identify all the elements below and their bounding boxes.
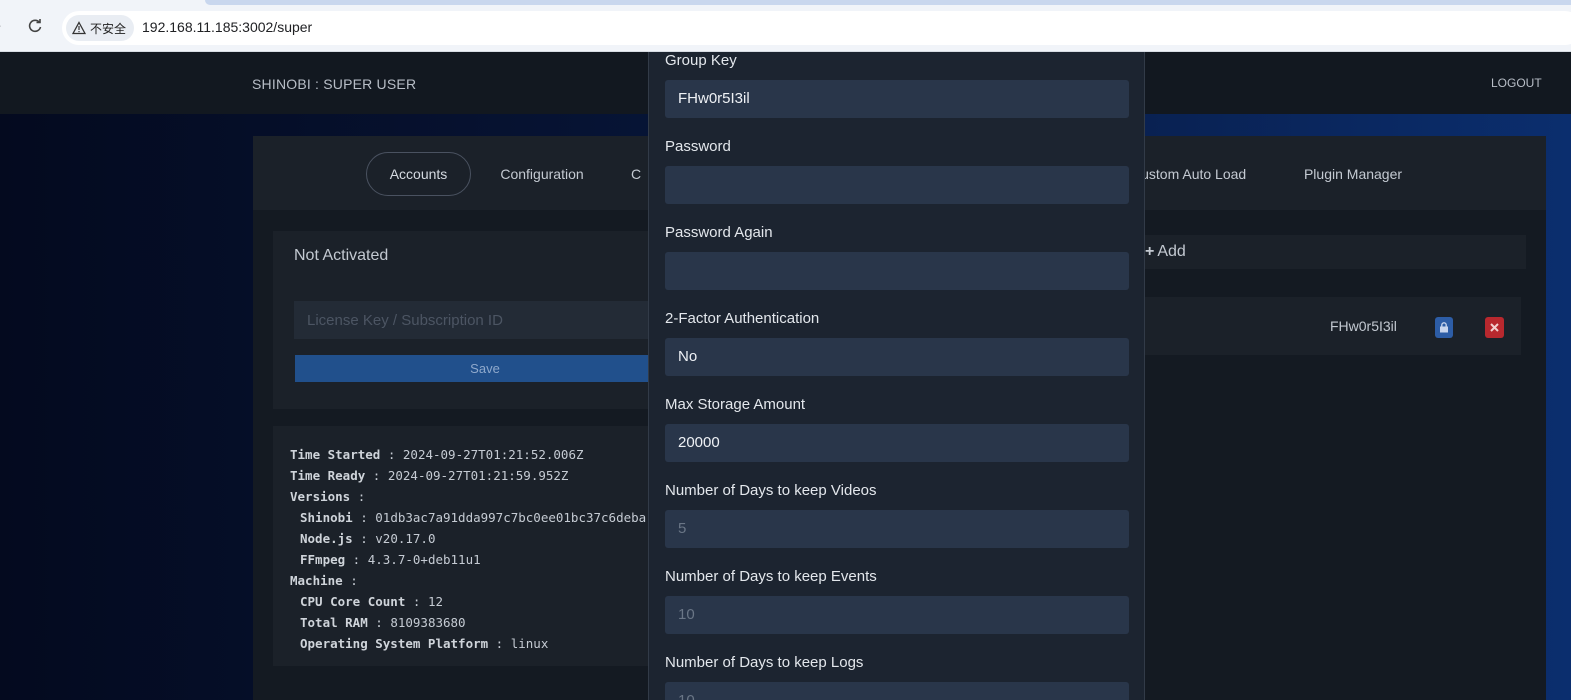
password-again-field: Password Again [665, 224, 1129, 290]
add-account-button[interactable]: + Add [1145, 243, 1186, 261]
plus-icon: + [1145, 243, 1155, 260]
time-ready-line: Time Ready : 2024-09-27T01:21:59.952Z [290, 468, 569, 483]
password-input[interactable] [665, 166, 1129, 204]
two-factor-field: 2-Factor Authentication No [665, 310, 1129, 376]
lock-icon [1440, 322, 1448, 333]
max-storage-field: Max Storage Amount 20000 [665, 396, 1129, 462]
machine-heading: Machine : [290, 573, 358, 588]
add-label: Add [1157, 243, 1186, 260]
ram-line: Total RAM : 8109383680 [300, 615, 466, 630]
tab-accounts[interactable]: Accounts [366, 152, 471, 196]
shinobi-version-line: Shinobi : 01db3ac7a91dda997c7bc0ee01bc37… [300, 510, 647, 525]
account-row: FHw0r5I3il [1113, 297, 1521, 355]
license-key-input[interactable] [294, 301, 674, 339]
days-logs-label: Number of Days to keep Logs [665, 654, 864, 671]
days-events-input[interactable]: 10 [665, 596, 1129, 634]
system-info-card: Time Started : 2024-09-27T01:21:52.006Z … [273, 426, 663, 666]
edit-account-modal: Group Key FHw0r5I3il Password Password A… [648, 52, 1145, 700]
days-events-label: Number of Days to keep Events [665, 568, 877, 585]
days-videos-field: Number of Days to keep Videos 5 [665, 482, 1129, 548]
security-indicator[interactable]: 不安全 [66, 15, 135, 41]
days-logs-field: Number of Days to keep Logs 10 [665, 654, 1129, 700]
two-factor-label: 2-Factor Authentication [665, 310, 820, 327]
node-version-line: Node.js : v20.17.0 [300, 531, 436, 546]
save-license-button[interactable]: Save [295, 355, 675, 382]
address-bar[interactable]: 不安全 192.168.11.185:3002/super [62, 11, 1571, 45]
activation-status: Not Activated [294, 247, 389, 264]
days-videos-label: Number of Days to keep Videos [665, 482, 877, 499]
os-line: Operating System Platform : linux [300, 636, 549, 651]
app-brand: SHINOBI : SUPER USER [252, 76, 417, 92]
forward-arrow-icon[interactable]: › [0, 18, 10, 34]
days-logs-input[interactable]: 10 [665, 682, 1129, 700]
reload-icon[interactable] [26, 17, 44, 35]
ffmpeg-version-line: FFmpeg : 4.3.7-0+deb11u1 [300, 552, 481, 567]
days-videos-input[interactable]: 5 [665, 510, 1129, 548]
two-factor-select[interactable]: No [665, 338, 1129, 376]
versions-heading: Versions : [290, 489, 366, 504]
time-started-line: Time Started : 2024-09-27T01:21:52.006Z [290, 447, 584, 462]
max-storage-label: Max Storage Amount [665, 396, 806, 413]
group-key-label: Group Key [665, 52, 737, 69]
browser-tab-strip [205, 0, 1571, 5]
days-events-field: Number of Days to keep Events 10 [665, 568, 1129, 634]
browser-toolbar: › 不安全 192.168.11.185:3002/super [0, 0, 1571, 52]
password-field: Password [665, 138, 1129, 204]
group-key-field: Group Key FHw0r5I3il [665, 52, 1129, 118]
cpu-line: CPU Core Count : 12 [300, 594, 443, 609]
tab-configuration[interactable]: Configuration [487, 152, 597, 196]
add-account-bar[interactable]: + Add [1113, 235, 1526, 269]
logout-link[interactable]: LOGOUT [1491, 76, 1542, 90]
close-icon [1490, 323, 1499, 332]
warning-icon [72, 21, 86, 35]
account-group-key: FHw0r5I3il [1330, 318, 1397, 334]
lock-account-button[interactable] [1435, 317, 1453, 338]
group-key-input[interactable]: FHw0r5I3il [665, 80, 1129, 118]
password-label: Password [665, 138, 731, 155]
max-storage-input[interactable]: 20000 [665, 424, 1129, 462]
delete-account-button[interactable] [1485, 317, 1504, 338]
password-again-label: Password Again [665, 224, 773, 241]
tab-plugin-manager[interactable]: Plugin Manager [1293, 152, 1413, 196]
tab-custom-auto-load[interactable]: Custom Auto Load [1131, 152, 1261, 196]
url-text[interactable]: 192.168.11.185:3002/super [142, 19, 312, 35]
license-card: Not Activated Save [273, 231, 675, 409]
password-again-input[interactable] [665, 252, 1129, 290]
security-label: 不安全 [90, 21, 127, 36]
